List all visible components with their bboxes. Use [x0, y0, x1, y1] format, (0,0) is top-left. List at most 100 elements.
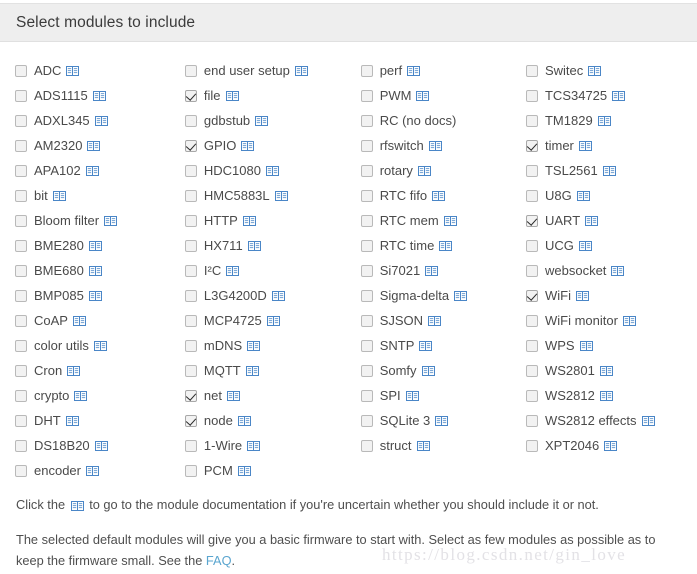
checkbox-icon[interactable] [525, 339, 538, 352]
book-documentation-icon[interactable] [439, 240, 453, 251]
module-item[interactable]: XPT2046 [525, 433, 687, 458]
checkbox-icon[interactable] [184, 264, 197, 277]
checkbox-icon[interactable] [15, 314, 27, 327]
book-documentation-icon[interactable] [247, 340, 261, 351]
book-documentation-icon[interactable] [88, 265, 102, 276]
book-documentation-icon[interactable] [599, 390, 613, 401]
module-item[interactable]: RTC fifo [360, 183, 513, 208]
module-item[interactable]: WS2812 effects [525, 408, 687, 433]
book-documentation-icon[interactable] [604, 440, 618, 451]
book-documentation-icon[interactable] [94, 440, 108, 451]
checkbox-icon[interactable] [184, 164, 197, 177]
book-documentation-icon[interactable] [578, 240, 592, 251]
book-documentation-icon[interactable] [443, 215, 457, 226]
module-item[interactable]: HMC5883L [184, 183, 353, 208]
faq-link[interactable]: FAQ [206, 553, 232, 568]
checkbox-icon[interactable] [184, 289, 197, 302]
module-item[interactable]: Sigma-delta [360, 283, 513, 308]
module-item[interactable]: Cron [15, 358, 180, 383]
module-item[interactable]: ADS1115 [15, 83, 180, 108]
book-documentation-icon[interactable] [274, 190, 288, 201]
module-item[interactable]: CoAP [15, 308, 180, 333]
book-documentation-icon[interactable] [94, 115, 108, 126]
checkbox-icon[interactable] [184, 339, 197, 352]
book-documentation-icon[interactable] [622, 315, 636, 326]
module-item[interactable]: TM1829 [525, 108, 687, 133]
checkbox-icon[interactable] [525, 139, 538, 152]
book-documentation-icon[interactable] [88, 240, 102, 251]
checkbox-icon[interactable] [15, 364, 27, 377]
checkbox-icon[interactable] [525, 189, 538, 202]
module-item[interactable]: BME680 [15, 258, 180, 283]
module-item[interactable]: timer [525, 133, 687, 158]
book-documentation-icon[interactable] [265, 165, 279, 176]
book-documentation-icon[interactable] [576, 190, 590, 201]
module-item[interactable]: net [184, 383, 353, 408]
book-documentation-icon[interactable] [85, 165, 99, 176]
module-item[interactable]: WS2812 [525, 383, 687, 408]
checkbox-icon[interactable] [525, 264, 538, 277]
checkbox-icon[interactable] [525, 114, 538, 127]
checkbox-icon[interactable] [184, 114, 197, 127]
book-documentation-icon[interactable] [454, 290, 468, 301]
module-item[interactable]: perf [360, 58, 513, 83]
checkbox-icon[interactable] [360, 364, 373, 377]
checkbox-icon[interactable] [15, 464, 27, 477]
checkbox-icon[interactable] [360, 139, 373, 152]
checkbox-icon[interactable] [15, 339, 27, 352]
book-documentation-icon[interactable] [599, 365, 613, 376]
module-item[interactable]: end user setup [184, 58, 353, 83]
book-documentation-icon[interactable] [226, 390, 240, 401]
book-documentation-icon[interactable] [641, 415, 655, 426]
book-documentation-icon[interactable] [65, 415, 79, 426]
module-item[interactable]: Switec [525, 58, 687, 83]
checkbox-icon[interactable] [360, 189, 373, 202]
checkbox-icon[interactable] [15, 439, 27, 452]
module-item[interactable]: L3G4200D [184, 283, 353, 308]
module-item[interactable]: TSL2561 [525, 158, 687, 183]
module-item[interactable]: APA102 [15, 158, 180, 183]
book-documentation-icon[interactable] [255, 115, 269, 126]
checkbox-icon[interactable] [525, 64, 538, 77]
checkbox-icon[interactable] [525, 89, 538, 102]
book-documentation-icon[interactable] [225, 90, 239, 101]
checkbox-icon[interactable] [525, 289, 538, 302]
module-item[interactable]: RTC mem [360, 208, 513, 233]
module-item[interactable]: Somfy [360, 358, 513, 383]
module-item[interactable]: WiFi [525, 283, 687, 308]
checkbox-icon[interactable] [525, 314, 538, 327]
book-documentation-icon[interactable] [419, 340, 433, 351]
module-item[interactable]: crypto [15, 383, 180, 408]
checkbox-icon[interactable] [360, 164, 373, 177]
checkbox-icon[interactable] [15, 189, 27, 202]
book-documentation-icon[interactable] [294, 65, 308, 76]
book-documentation-icon[interactable] [432, 190, 446, 201]
checkbox-icon[interactable] [360, 289, 373, 302]
book-documentation-icon[interactable] [428, 315, 442, 326]
book-documentation-icon[interactable] [611, 265, 625, 276]
book-documentation-icon[interactable] [407, 65, 421, 76]
checkbox-icon[interactable] [360, 389, 373, 402]
checkbox-icon[interactable] [15, 214, 27, 227]
checkbox-icon[interactable] [525, 164, 538, 177]
checkbox-icon[interactable] [184, 414, 197, 427]
book-documentation-icon[interactable] [66, 65, 80, 76]
book-documentation-icon[interactable] [226, 265, 240, 276]
checkbox-icon[interactable] [360, 414, 373, 427]
checkbox-icon[interactable] [184, 239, 197, 252]
checkbox-icon[interactable] [15, 114, 27, 127]
module-item[interactable]: file [184, 83, 353, 108]
book-documentation-icon[interactable] [67, 365, 81, 376]
module-item[interactable]: MCP4725 [184, 308, 353, 333]
module-item[interactable]: RC (no docs) [360, 108, 513, 133]
checkbox-icon[interactable] [360, 89, 373, 102]
module-item[interactable]: node [184, 408, 353, 433]
book-documentation-icon[interactable] [104, 215, 118, 226]
module-item[interactable]: BME280 [15, 233, 180, 258]
checkbox-icon[interactable] [184, 89, 197, 102]
book-documentation-icon[interactable] [421, 365, 435, 376]
checkbox-icon[interactable] [184, 64, 197, 77]
module-item[interactable]: rotary [360, 158, 513, 183]
book-documentation-icon[interactable] [245, 365, 259, 376]
module-item[interactable]: UCG [525, 233, 687, 258]
